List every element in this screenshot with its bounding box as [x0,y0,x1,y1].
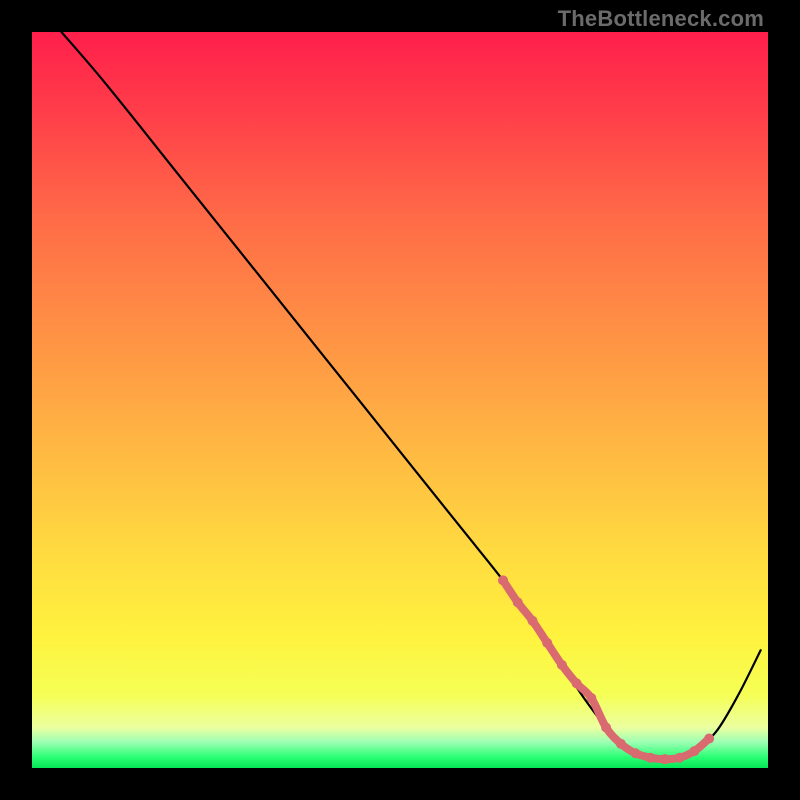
watermark-text: TheBottleneck.com [558,6,764,32]
highlight-dot [616,739,626,749]
highlight-dot [586,693,596,703]
highlight-dot [513,597,523,607]
highlight-dot [645,753,655,763]
highlight-dot [601,723,611,733]
highlight-dot [631,748,641,758]
chart-background [32,32,768,768]
highlight-dot [704,734,714,744]
highlight-dot [572,678,582,688]
highlight-dot [557,660,567,670]
highlight-dot [498,575,508,585]
highlight-dot [527,616,537,626]
highlight-dot [660,754,670,764]
highlight-dot [542,638,552,648]
highlight-dot [675,753,685,763]
chart-frame [32,32,768,768]
highlight-dot [689,746,699,756]
chart-svg [32,32,768,768]
